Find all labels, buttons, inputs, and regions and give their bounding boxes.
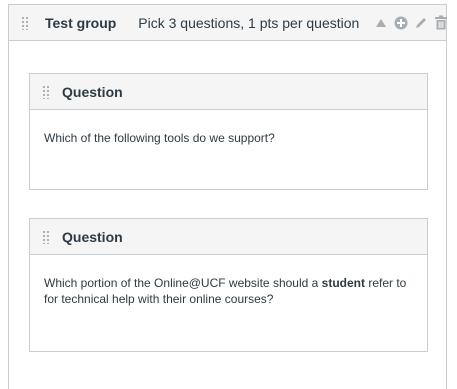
question-text: Which of the following tools do we suppo… (44, 131, 275, 145)
question-text-before: Which portion of the Online@UCF website … (44, 276, 322, 290)
question-text-bold: student (321, 276, 365, 290)
drag-handle-icon[interactable] (21, 15, 29, 30)
question-card: Question Which portion of the Online@UCF… (29, 218, 428, 352)
drag-handle-icon[interactable] (42, 229, 50, 244)
group-title: Test group (45, 14, 117, 31)
question-header: Question (30, 219, 427, 255)
question-text: Which portion of the Online@UCF website … (30, 255, 427, 307)
move-up-icon[interactable] (373, 15, 389, 31)
question-title: Question (62, 228, 123, 245)
question-header: Question (30, 74, 427, 110)
edit-icon[interactable] (413, 15, 429, 31)
question-group: Test group Pick 3 questions, 1 pts per q… (8, 4, 449, 389)
add-icon[interactable] (393, 15, 409, 31)
question-title: Question (62, 83, 123, 100)
group-header: Test group Pick 3 questions, 1 pts per q… (9, 5, 449, 41)
delete-icon[interactable] (433, 15, 449, 31)
group-actions (369, 15, 449, 31)
question-card: Question Which of the following tools do… (29, 73, 428, 190)
group-description: Pick 3 questions, 1 pts per question (138, 14, 360, 31)
drag-handle-icon[interactable] (42, 84, 50, 99)
